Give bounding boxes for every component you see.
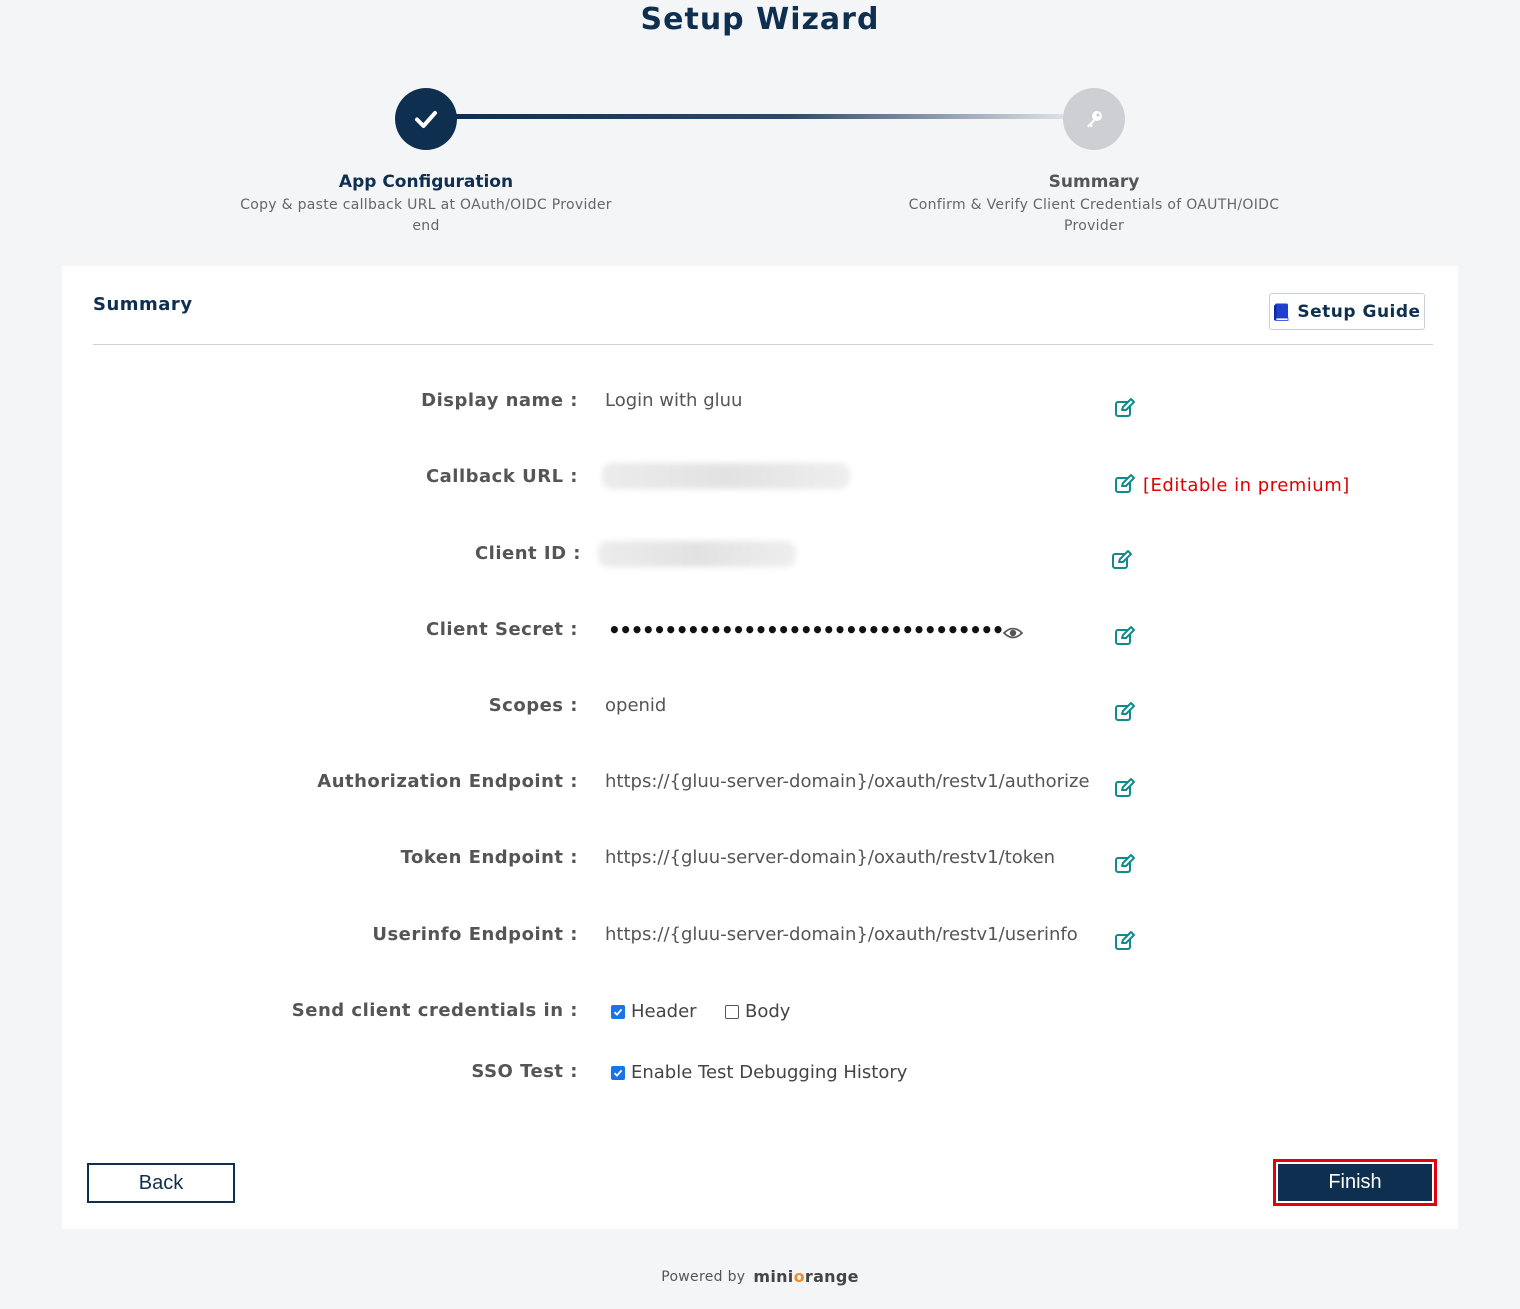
finish-button-highlight: Finish [1273,1159,1437,1206]
debug-history-checkbox-group[interactable]: Enable Test Debugging History [611,1062,907,1083]
sso-test-label: SSO Test : [471,1061,578,1082]
callback-url-label: Callback URL : [425,466,578,487]
authorization-endpoint-value[interactable]: https://{gluu-server-domain}/oxauth/rest… [605,771,1090,792]
body-checkbox-group[interactable]: Body [725,1001,790,1022]
step-1-description: Copy & paste callback URL at OAuth/OIDC … [240,197,612,234]
progress-line [456,114,1066,119]
footer: Powered by mini o range [0,1267,1520,1286]
scopes-value[interactable]: openid [605,695,666,716]
edit-icon[interactable] [1114,625,1136,647]
brand-text-pre: mini [753,1267,794,1286]
header-checkbox-group[interactable]: Header [611,1001,697,1022]
body-checkbox[interactable] [725,1004,739,1019]
step-1-circle [395,88,457,150]
edit-icon[interactable] [1114,701,1136,723]
header-checkbox-label[interactable]: Header [631,1001,697,1022]
check-icon [415,111,437,128]
header-checkbox[interactable] [611,1004,625,1019]
card-title: Summary [93,294,193,315]
token-endpoint-label: Token Endpoint : [400,847,578,868]
debug-history-label[interactable]: Enable Test Debugging History [631,1062,907,1083]
authorization-endpoint-label: Authorization Endpoint : [317,771,578,792]
display-name-label: Display name : [421,390,578,411]
edit-icon[interactable] [1114,930,1136,952]
brand-text-o: o [793,1267,805,1286]
display-name-value[interactable]: Login with gluu [605,390,742,411]
brand-text-post: range [804,1267,859,1286]
edit-icon[interactable] [1114,473,1136,495]
book-icon [1274,303,1289,321]
token-endpoint-value[interactable]: https://{gluu-server-domain}/oxauth/rest… [605,847,1055,868]
userinfo-endpoint-value[interactable]: https://{gluu-server-domain}/oxauth/rest… [605,924,1078,945]
step-2-description: Confirm & Verify Client Credentials of O… [908,197,1280,234]
edit-icon[interactable] [1111,549,1133,571]
setup-guide-label: Setup Guide [1297,301,1421,322]
send-credentials-label: Send client credentials in : [291,1000,578,1021]
client-id-label: Client ID : [474,543,581,564]
client-id-value-blurred[interactable] [598,541,796,567]
step-1-label: App Configuration [338,172,514,192]
eye-icon[interactable] [1003,626,1023,640]
callback-url-value-blurred[interactable] [602,463,850,489]
summary-card: Summary Setup Guide Display name : Login… [62,266,1458,1229]
userinfo-endpoint-label: Userinfo Endpoint : [372,924,578,945]
body-checkbox-label[interactable]: Body [745,1001,790,1022]
finish-button[interactable]: Finish [1278,1164,1432,1201]
edit-icon[interactable] [1114,777,1136,799]
checkmark-icon [613,1069,623,1077]
edit-icon[interactable] [1114,397,1136,419]
powered-by-text: Powered by [661,1268,746,1285]
miniorange-logo: mini o range [753,1267,858,1286]
client-secret-label: Client Secret : [426,619,578,640]
back-button[interactable]: Back [87,1163,235,1203]
premium-note: [Editable in premium] [1143,475,1350,496]
debug-history-checkbox[interactable] [611,1065,625,1080]
page-title: Setup Wizard [640,2,880,37]
checkmark-icon [613,1008,623,1016]
step-2-circle [1063,88,1125,150]
key-icon [1087,111,1102,128]
divider [93,344,1433,345]
scopes-label: Scopes : [488,695,578,716]
step-2-label: Summary [1048,172,1140,192]
client-secret-value[interactable]: ••••••••••••••••••••••••••••••••••• [608,618,1004,642]
edit-icon[interactable] [1114,853,1136,875]
setup-guide-button[interactable]: Setup Guide [1269,293,1425,330]
